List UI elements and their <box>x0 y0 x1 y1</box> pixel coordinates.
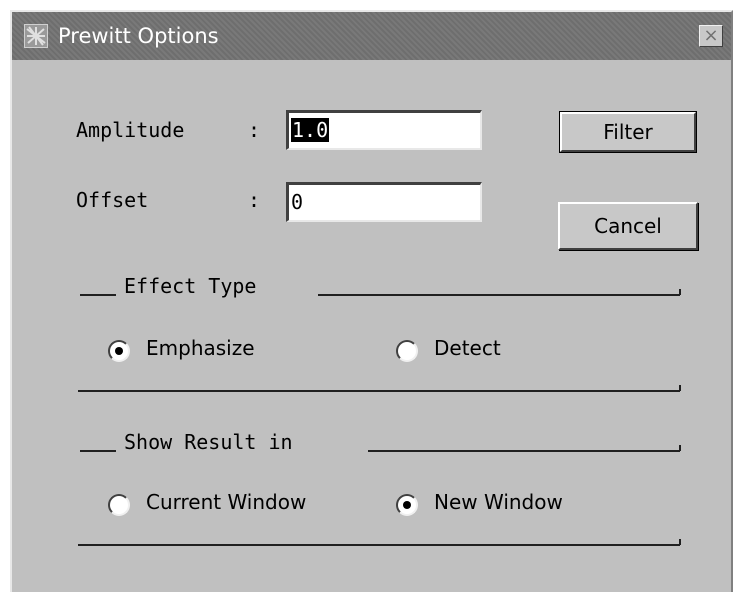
current-window-radio[interactable] <box>108 494 130 516</box>
offset-input[interactable]: 0 <box>286 182 482 222</box>
effect-type-group-knob <box>80 290 116 296</box>
detect-label[interactable]: Detect <box>434 336 501 360</box>
effect-type-top-rule <box>318 289 681 296</box>
effect-type-title: Effect Type <box>124 274 257 298</box>
effect-type-bottom-rule <box>78 385 681 392</box>
new-window-label[interactable]: New Window <box>434 490 563 514</box>
cancel-button[interactable]: Cancel <box>558 202 698 250</box>
show-result-top-rule <box>368 445 681 452</box>
amplitude-input[interactable]: 1.0 <box>286 110 482 150</box>
new-window-radio[interactable] <box>396 494 418 516</box>
app-icon <box>24 24 48 48</box>
amplitude-value: 1.0 <box>291 118 330 142</box>
show-result-title: Show Result in <box>124 430 293 454</box>
amplitude-colon: : <box>248 118 261 142</box>
emphasize-label[interactable]: Emphasize <box>146 336 255 360</box>
show-result-bottom-rule <box>78 539 681 546</box>
offset-value: 0 <box>291 190 304 214</box>
offset-colon: : <box>248 188 261 212</box>
close-icon[interactable]: × <box>699 25 723 47</box>
title-bar[interactable]: Prewitt Options × <box>12 12 731 60</box>
detect-radio[interactable] <box>396 340 418 362</box>
filter-button[interactable]: Filter <box>559 111 697 153</box>
show-result-group-knob <box>80 446 116 452</box>
prewitt-options-dialog: Prewitt Options × Amplitude : 1.0 Offset… <box>10 10 733 592</box>
emphasize-radio[interactable] <box>108 340 130 362</box>
offset-label: Offset <box>76 188 149 212</box>
amplitude-label: Amplitude <box>76 118 185 142</box>
current-window-label[interactable]: Current Window <box>146 490 306 514</box>
window-title: Prewitt Options <box>58 24 219 48</box>
